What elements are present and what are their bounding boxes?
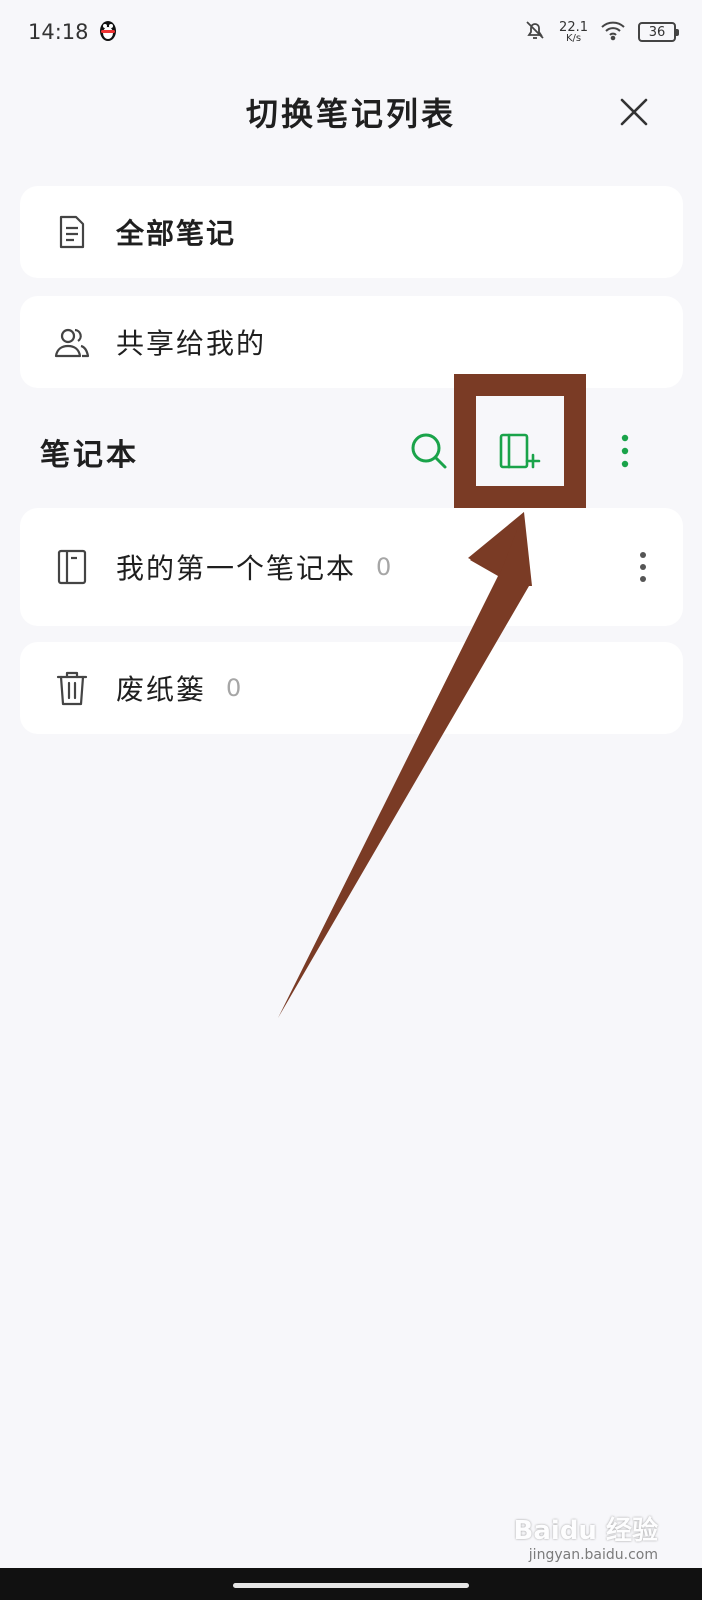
page-title: 切换笔记列表 bbox=[245, 95, 456, 133]
network-speed: 22.1 K/s bbox=[559, 21, 588, 44]
shared-with-me-label: 共享给我的 bbox=[116, 327, 267, 360]
notebook-section-title: 笔记本 bbox=[40, 438, 139, 473]
more-vertical-icon bbox=[621, 434, 629, 468]
status-time: 14:18 bbox=[28, 20, 89, 44]
system-nav-bar bbox=[0, 1568, 702, 1600]
notebook-note-count: 0 bbox=[376, 553, 392, 581]
search-button[interactable] bbox=[406, 428, 452, 474]
more-vertical-icon bbox=[640, 552, 646, 582]
highlight-box bbox=[454, 374, 586, 508]
notebook-section-header: 笔记本 bbox=[0, 412, 702, 488]
net-speed-value: 22.1 bbox=[559, 19, 588, 35]
status-right: 22.1 K/s 36 bbox=[523, 18, 679, 47]
users-icon bbox=[52, 322, 92, 362]
qq-penguin-icon bbox=[97, 18, 119, 47]
watermark-url: jingyan.baidu.com bbox=[528, 1547, 658, 1563]
status-bar: 14:18 22.1 K/s 36 bbox=[0, 0, 702, 64]
close-button[interactable] bbox=[616, 94, 652, 130]
all-notes-item[interactable]: 全部笔记 bbox=[20, 186, 683, 278]
all-notes-label: 全部笔记 bbox=[116, 217, 237, 250]
wifi-icon bbox=[600, 19, 626, 46]
close-icon bbox=[620, 98, 648, 126]
trash-label: 废纸篓 bbox=[116, 673, 207, 706]
trash-icon bbox=[52, 668, 92, 708]
document-icon bbox=[52, 212, 92, 252]
notebook-icon bbox=[52, 547, 92, 587]
notebook-item-more-button[interactable] bbox=[633, 547, 653, 587]
notebook-item[interactable]: 我的第一个笔记本 0 bbox=[20, 508, 683, 626]
trash-note-count: 0 bbox=[226, 674, 242, 702]
notebook-more-button[interactable] bbox=[602, 428, 648, 474]
trash-item[interactable]: 废纸篓 0 bbox=[20, 642, 683, 734]
home-gesture-bar[interactable] bbox=[233, 1583, 469, 1588]
sheet-header: 切换笔记列表 bbox=[0, 80, 702, 144]
battery-level: 36 bbox=[648, 24, 666, 40]
net-speed-unit: K/s bbox=[565, 32, 582, 44]
baidu-watermark: Baidu 经验 jingyan.baidu.com bbox=[514, 1510, 658, 1563]
watermark-brand: Baidu 经验 bbox=[513, 1516, 658, 1546]
battery-indicator: 36 bbox=[638, 22, 679, 42]
notebook-name: 我的第一个笔记本 bbox=[116, 552, 357, 585]
bell-off-icon bbox=[523, 18, 547, 47]
search-icon bbox=[411, 433, 447, 469]
status-left: 14:18 bbox=[28, 18, 119, 47]
